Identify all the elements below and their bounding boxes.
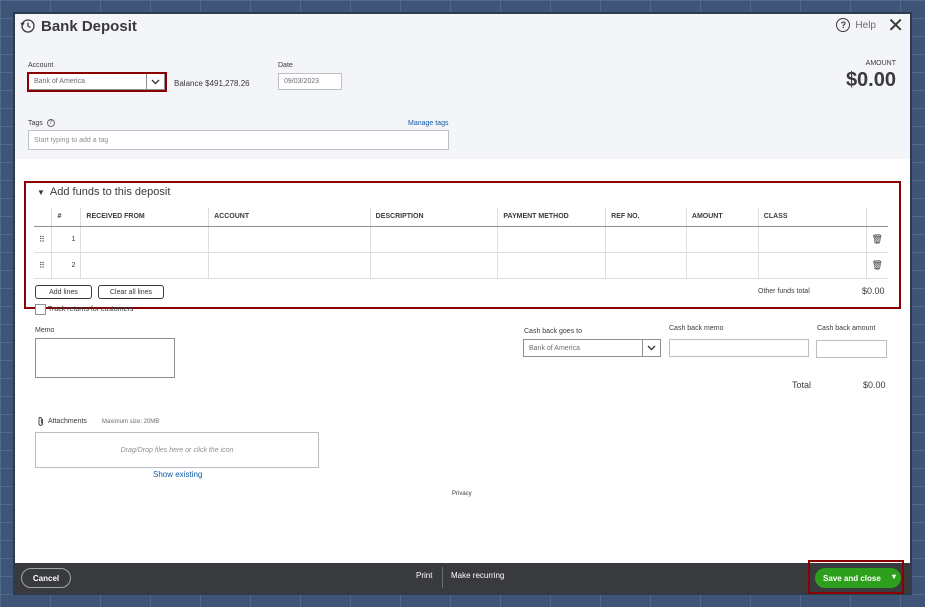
table-row[interactable]: ⠿ 1 🗑 bbox=[34, 226, 888, 253]
tags-placeholder: Start typing to add a tag bbox=[34, 136, 109, 144]
page-title: Bank Deposit bbox=[41, 18, 137, 35]
max-size-text: Maximum size: 20MB bbox=[101, 418, 160, 425]
attachment-dropzone[interactable]: Drag/Drop files here or click the icon bbox=[35, 432, 319, 468]
col-received-from: RECEIVED FROM bbox=[80, 208, 210, 227]
received-from-cell[interactable] bbox=[80, 252, 210, 279]
col-ref-no: REF NO. bbox=[605, 208, 687, 227]
trash-icon[interactable]: 🗑 bbox=[866, 252, 888, 279]
track-returns-label: Track returns for customers bbox=[48, 306, 134, 313]
account-label: Account bbox=[28, 62, 54, 69]
col-trash bbox=[866, 208, 888, 227]
close-icon[interactable]: ✕ bbox=[887, 16, 904, 36]
funds-section-title: Add funds to this deposit bbox=[49, 186, 171, 198]
account-highlight bbox=[27, 72, 167, 92]
attachments-header: Attachments Maximum size: 20MB bbox=[37, 416, 159, 427]
help-label: Help bbox=[855, 19, 876, 31]
amount-cell[interactable] bbox=[686, 226, 759, 253]
footer-bar: Cancel Print Make recurring Save and clo… bbox=[15, 563, 910, 593]
bank-deposit-dialog: Bank Deposit ? Help ✕ Account Bank of Am… bbox=[13, 12, 912, 595]
print-link[interactable]: Print bbox=[416, 571, 432, 580]
cash-back-amount-input[interactable] bbox=[816, 340, 887, 358]
drag-handle-icon[interactable]: ⠿ bbox=[34, 226, 53, 253]
track-returns-checkbox[interactable] bbox=[35, 304, 46, 315]
table-header-row: # RECEIVED FROM ACCOUNT DESCRIPTION PAYM… bbox=[34, 208, 888, 227]
add-lines-button[interactable]: Add lines bbox=[35, 285, 92, 299]
clear-all-lines-button[interactable]: Clear all lines bbox=[98, 285, 164, 299]
tags-input[interactable]: Start typing to add a tag bbox=[28, 130, 449, 150]
date-value: 09/03/2023 bbox=[284, 78, 320, 85]
memo-label: Memo bbox=[35, 327, 55, 334]
help-button[interactable]: ? Help bbox=[836, 18, 876, 32]
table-row[interactable]: ⠿ 2 🗑 bbox=[34, 252, 888, 279]
payment-method-cell[interactable] bbox=[497, 226, 607, 253]
date-input[interactable]: 09/03/2023 bbox=[278, 73, 342, 90]
track-returns-option[interactable]: Track returns for customers bbox=[35, 304, 133, 315]
description-cell[interactable] bbox=[370, 252, 499, 279]
make-recurring-link[interactable]: Make recurring bbox=[451, 571, 504, 580]
tags-help-icon[interactable]: ? bbox=[46, 119, 55, 127]
cash-back-memo-label: Cash back memo bbox=[669, 325, 724, 332]
memo-textarea[interactable] bbox=[35, 338, 175, 378]
ref-no-cell[interactable] bbox=[605, 226, 687, 253]
show-existing-link[interactable]: Show existing bbox=[153, 470, 202, 479]
other-funds-total-value: $0.00 bbox=[862, 286, 885, 296]
trash-icon[interactable]: 🗑 bbox=[866, 226, 888, 253]
cash-back-memo-input[interactable] bbox=[669, 339, 809, 357]
cash-back-goes-to-label: Cash back goes to bbox=[524, 328, 582, 335]
ref-no-cell[interactable] bbox=[605, 252, 687, 279]
manage-tags-link[interactable]: Manage tags bbox=[408, 120, 448, 127]
privacy-link[interactable]: Privacy bbox=[452, 491, 472, 497]
row-number: 1 bbox=[51, 226, 82, 253]
balance-text: Balance $491,278.26 bbox=[174, 79, 250, 88]
col-amount: AMOUNT bbox=[686, 208, 759, 227]
col-account: ACCOUNT bbox=[208, 208, 371, 227]
class-cell[interactable] bbox=[758, 226, 867, 253]
funds-table: # RECEIVED FROM ACCOUNT DESCRIPTION PAYM… bbox=[34, 208, 888, 279]
tags-label-wrap: Tags ? bbox=[28, 119, 55, 127]
col-payment-method: PAYMENT METHOD bbox=[497, 208, 607, 227]
dropzone-text: Drag/Drop files here or click the icon bbox=[120, 446, 234, 454]
chevron-down-icon bbox=[642, 340, 660, 356]
total-value: $0.00 bbox=[863, 380, 886, 390]
drag-handle-icon[interactable]: ⠿ bbox=[34, 252, 53, 279]
col-number: # bbox=[51, 208, 82, 227]
col-description: DESCRIPTION bbox=[370, 208, 499, 227]
footer-divider bbox=[442, 567, 443, 588]
received-from-cell[interactable] bbox=[80, 226, 210, 253]
help-icon: ? bbox=[836, 18, 851, 32]
amount-cell[interactable] bbox=[686, 252, 759, 279]
funds-section-header[interactable]: ▼ Add funds to this deposit bbox=[37, 186, 170, 198]
amount-value: $0.00 bbox=[845, 69, 896, 91]
row-number: 2 bbox=[51, 252, 82, 279]
account-cell[interactable] bbox=[208, 226, 371, 253]
paperclip-icon[interactable] bbox=[37, 416, 45, 427]
other-funds-total-label: Other funds total bbox=[758, 288, 810, 295]
tags-label: Tags bbox=[28, 119, 43, 127]
cash-back-account-select[interactable]: Bank of America bbox=[523, 339, 661, 357]
amount-label: AMOUNT bbox=[865, 60, 896, 67]
history-icon[interactable] bbox=[20, 18, 36, 34]
save-button-highlight bbox=[808, 560, 904, 594]
collapse-toggle-icon: ▼ bbox=[37, 187, 45, 197]
account-cell[interactable] bbox=[208, 252, 371, 279]
description-cell[interactable] bbox=[370, 226, 499, 253]
attachments-label: Attachments bbox=[48, 418, 87, 425]
col-grip bbox=[34, 208, 53, 227]
cancel-button[interactable]: Cancel bbox=[21, 568, 71, 588]
cash-back-amount-label: Cash back amount bbox=[817, 325, 876, 332]
col-class: CLASS bbox=[758, 208, 867, 227]
payment-method-cell[interactable] bbox=[497, 252, 607, 279]
cash-back-account-value: Bank of America bbox=[529, 344, 580, 352]
total-label: Total bbox=[792, 380, 812, 390]
date-label: Date bbox=[278, 62, 293, 69]
class-cell[interactable] bbox=[758, 252, 867, 279]
